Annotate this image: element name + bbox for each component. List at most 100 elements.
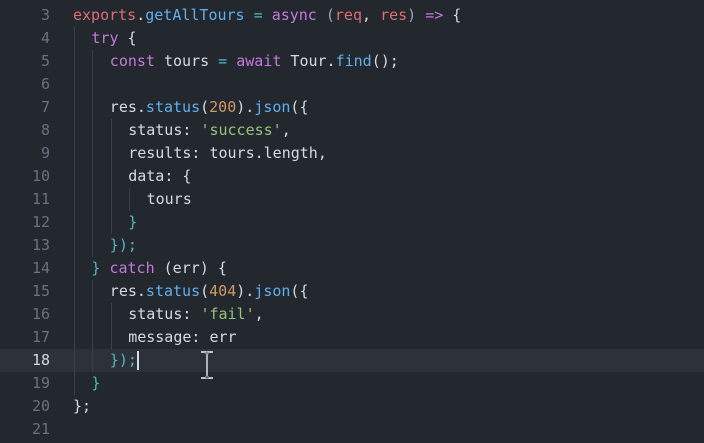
code-token: ( [316, 6, 335, 24]
indent-guide [74, 234, 75, 257]
code-line[interactable]: 20}; [0, 395, 704, 418]
indent-guide [110, 326, 112, 349]
code-token: status [145, 282, 201, 300]
code-token: ({ [290, 98, 309, 116]
code-token: const [109, 52, 155, 70]
code-line[interactable]: 17 message: err [0, 326, 704, 349]
indent-guide [74, 188, 75, 211]
code-token: } [128, 213, 138, 231]
code-token: ) [407, 6, 426, 24]
code-line[interactable]: 8 status: 'success', [0, 119, 704, 142]
code-token: json [254, 282, 291, 300]
line-number: 21 [31, 420, 50, 438]
line-code: try { [91, 27, 136, 50]
code-line[interactable]: 19} [0, 372, 704, 395]
line-code: status: 'fail', [128, 303, 263, 326]
indent-guide [92, 73, 94, 96]
line-number: 6 [40, 75, 50, 93]
line-number: 12 [31, 213, 50, 231]
indent-guide [110, 142, 112, 165]
code-token: exports [73, 6, 137, 24]
code-line[interactable]: 9 results: tours.length, [0, 142, 704, 165]
code-line[interactable]: 21 [0, 418, 704, 441]
code-token: . [136, 282, 146, 300]
line-number: 17 [31, 328, 50, 346]
code-token: catch [100, 259, 155, 277]
code-line[interactable]: 14} catch (err) { [0, 257, 704, 280]
code-token: getAllTours [145, 6, 245, 24]
code-token: results [128, 144, 192, 162]
line-number: 10 [31, 167, 50, 185]
code-token: (err) [154, 259, 218, 277]
line-number: 8 [40, 121, 50, 139]
code-token: res [109, 282, 137, 300]
code-token: ( [200, 282, 210, 300]
code-line[interactable]: 12} [0, 211, 704, 234]
code-token: 404 [209, 282, 237, 300]
code-editor[interactable]: 3 exports.getAllTours = async (req, res) … [0, 0, 704, 443]
code-token: : [191, 144, 210, 162]
line-code: tours [147, 188, 192, 211]
code-line[interactable]: 7 res.status(200).json({ [0, 96, 704, 119]
code-token: = [244, 6, 272, 24]
code-token: ). [236, 282, 255, 300]
indent-guide [92, 280, 94, 303]
code-token: }); [109, 236, 137, 254]
code-token: json [254, 98, 291, 116]
indent-guide [92, 165, 94, 188]
line-code: res.status(404).json({ [110, 280, 309, 303]
code-line[interactable]: 13}); [0, 234, 704, 257]
indent-guide [74, 280, 75, 303]
code-token: . [326, 52, 336, 70]
code-token: tours [209, 144, 255, 162]
code-line[interactable]: 18}); [0, 349, 704, 372]
code-token: , [362, 6, 381, 24]
line-number: 16 [31, 305, 50, 323]
code-token: { [443, 6, 462, 24]
code-token: status [145, 98, 201, 116]
line-number: 4 [40, 29, 50, 47]
code-token: res [109, 98, 137, 116]
indent-guide [92, 188, 94, 211]
line-number: 14 [31, 259, 50, 277]
code-line[interactable]: 16 status: 'fail', [0, 303, 704, 326]
line-code: } [91, 372, 100, 395]
indent-guide [74, 303, 75, 326]
line-code: }); [110, 349, 137, 372]
code-token: , [254, 305, 264, 323]
code-line[interactable]: 3 exports.getAllTours = async (req, res) … [0, 4, 704, 27]
code-line[interactable]: 4 try { [0, 27, 704, 50]
indent-guide [74, 326, 75, 349]
code-token: 'fail' [200, 305, 255, 323]
line-code: exports.getAllTours = async (req, res) =… [73, 4, 461, 27]
indent-guide [74, 142, 75, 165]
line-number: 9 [40, 144, 50, 162]
code-token: 'success' [200, 121, 282, 139]
indent-guide [74, 50, 75, 73]
code-token: : [182, 121, 201, 139]
code-line[interactable]: 6 [0, 73, 704, 96]
code-line[interactable]: 10 data: { [0, 165, 704, 188]
code-token: : [191, 328, 210, 346]
line-code: res.status(200).json({ [110, 96, 309, 119]
code-line[interactable]: 15 res.status(404).json({ [0, 280, 704, 303]
code-token: err [209, 328, 237, 346]
indent-guide [92, 349, 94, 372]
indent-guide [74, 96, 75, 119]
code-token: }; [73, 397, 92, 415]
line-number: 20 [31, 397, 50, 415]
code-token: Tour [281, 52, 327, 70]
line-code: const tours = await Tour.find(); [110, 50, 399, 73]
indent-guide [110, 188, 112, 211]
code-token: tours [146, 190, 192, 208]
code-token: ({ [290, 282, 309, 300]
line-code: }); [110, 234, 137, 257]
line-code: status: 'success', [128, 119, 291, 142]
line-number: 18 [31, 351, 50, 369]
code-token: 200 [209, 98, 237, 116]
code-line[interactable]: 11 tours [0, 188, 704, 211]
code-token: find [335, 52, 372, 70]
code-token: data [128, 167, 165, 185]
indent-guide [74, 257, 75, 280]
code-line[interactable]: 5 const tours = await Tour.find(); [0, 50, 704, 73]
